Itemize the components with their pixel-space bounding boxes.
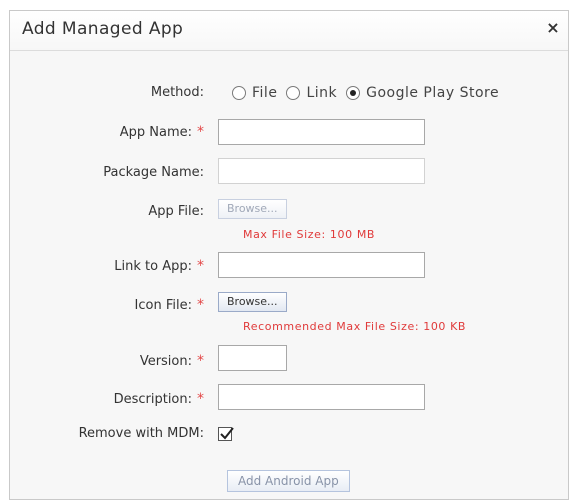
link-to-app-input[interactable] <box>218 252 425 278</box>
link-to-app-label: Link to App: * <box>114 258 204 274</box>
icon-file-size-hint: Recommended Max File Size: 100 KB <box>243 320 467 333</box>
app-name-label-text: App Name: <box>119 125 192 140</box>
required-marker: * <box>197 297 204 313</box>
dialog-title: Add Managed App <box>22 19 184 39</box>
required-marker: * <box>197 391 204 407</box>
description-label: Description: * <box>114 391 204 407</box>
description-label-text: Description: <box>113 392 192 407</box>
close-icon[interactable]: × <box>544 19 562 37</box>
app-name-input[interactable] <box>218 119 425 145</box>
add-android-app-button[interactable]: Add Android App <box>227 470 350 492</box>
app-name-label: App Name: * <box>120 124 204 140</box>
remove-with-mdm-label: Remove with MDM: <box>78 426 204 441</box>
required-marker: * <box>197 353 204 369</box>
link-to-app-label-text: Link to App: <box>114 259 192 274</box>
method-link-label[interactable]: Link <box>306 85 337 101</box>
add-managed-app-dialog: Add Managed App × Method: File Link Goog… <box>9 10 569 500</box>
description-input[interactable] <box>218 384 425 410</box>
method-google-play-radio[interactable] <box>346 86 361 100</box>
method-file-label[interactable]: File <box>252 85 277 101</box>
icon-file-label-text: Icon File: <box>134 298 192 313</box>
icon-file-browse-button[interactable]: Browse... <box>218 292 287 312</box>
remove-with-mdm-checkbox[interactable] <box>218 427 234 441</box>
required-marker: * <box>197 124 204 140</box>
method-link-radio[interactable] <box>286 86 301 100</box>
version-label: Version: * <box>140 353 204 369</box>
version-label-text: Version: <box>139 354 192 369</box>
package-name-input[interactable] <box>218 158 425 184</box>
icon-file-label: Icon File: * <box>135 297 204 313</box>
app-file-label: App File: <box>148 204 204 219</box>
method-radio-group: File Link Google Play Store <box>232 85 508 101</box>
app-file-size-hint: Max File Size: 100 MB <box>243 228 376 241</box>
app-file-browse-button[interactable]: Browse... <box>218 199 287 219</box>
checkmark-icon <box>220 427 234 440</box>
method-file-radio[interactable] <box>232 86 246 100</box>
version-input[interactable] <box>218 345 287 371</box>
method-google-play-label[interactable]: Google Play Store <box>366 85 499 101</box>
package-name-label: Package Name: <box>103 165 204 180</box>
method-label: Method: <box>150 85 204 100</box>
dialog-body: Method: File Link Google Play Store App … <box>10 51 568 499</box>
dialog-titlebar: Add Managed App × <box>10 11 568 51</box>
required-marker: * <box>197 258 204 274</box>
